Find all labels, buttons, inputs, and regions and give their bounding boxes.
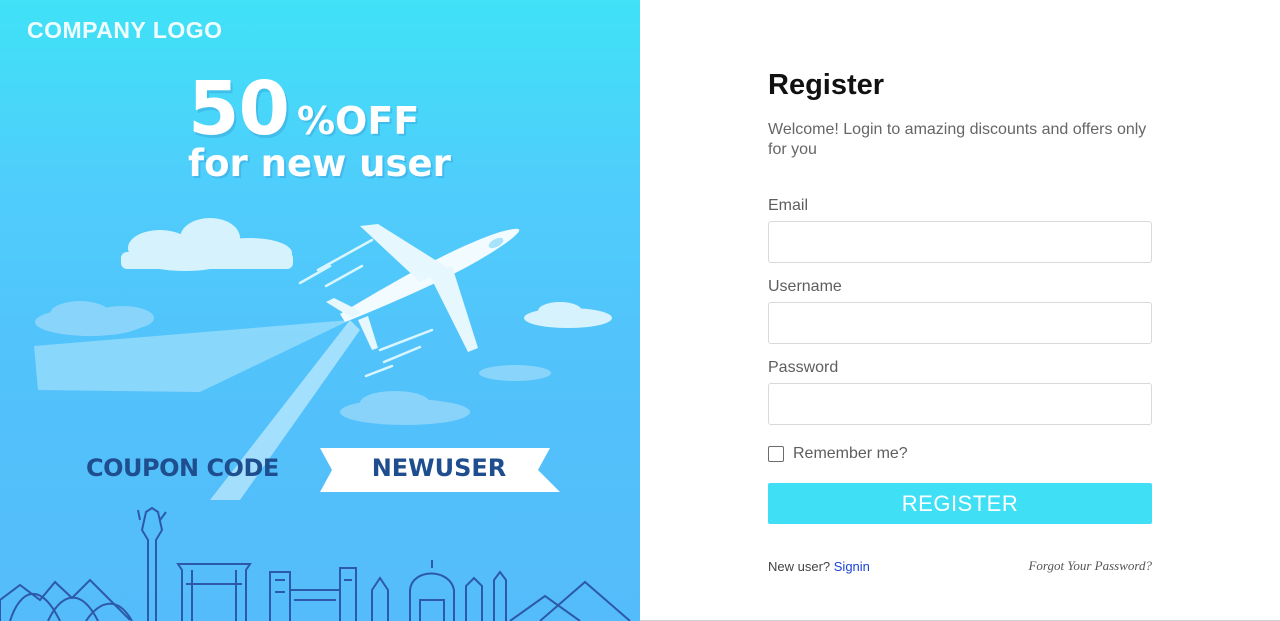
email-label: Email (768, 197, 809, 214)
username-label: Username (768, 278, 842, 295)
remember-me-checkbox[interactable] (768, 446, 784, 462)
password-field[interactable] (768, 383, 1152, 425)
register-button[interactable]: REGISTER (768, 483, 1152, 524)
remember-me-row: Remember me? (768, 445, 1152, 463)
coupon-label: COUPON CODE (86, 454, 279, 482)
coupon-code: NEWUSER (371, 454, 507, 482)
form-subtitle: Welcome! Login to amazing discounts and … (768, 121, 1147, 158)
signin-link[interactable]: Signin (834, 559, 870, 574)
form-footer: New user? Signin Forgot Your Password? (768, 558, 1152, 574)
register-page: COMPANY LOGO 50 %OFF for new user COUPON … (0, 0, 1280, 621)
company-logo: COMPANY LOGO (27, 17, 223, 43)
new-user-label: New user? (768, 558, 831, 574)
password-label: Password (768, 359, 839, 376)
page-title: Register (768, 69, 885, 101)
city-skyline-illustration (0, 506, 631, 621)
forgot-password-link[interactable]: Forgot Your Password? (1028, 558, 1152, 574)
register-form: Register Welcome! Login to amazing disco… (768, 66, 1152, 574)
promo-headline: 50 %OFF (188, 66, 419, 152)
remember-me-label[interactable]: Remember me? (793, 445, 908, 463)
email-field[interactable] (768, 221, 1152, 263)
cloud-shape (121, 218, 293, 271)
promo-number: 50 (188, 66, 290, 152)
promo-subtitle: for new user (188, 142, 451, 185)
promo-banner: COMPANY LOGO 50 %OFF for new user COUPON … (0, 0, 640, 621)
cloud-shape (524, 302, 612, 328)
form-panel: Register Welcome! Login to amazing disco… (640, 0, 1280, 621)
new-user-text: New user? Signin (768, 559, 870, 574)
promo-percent: %OFF (296, 99, 420, 143)
username-field[interactable] (768, 302, 1152, 344)
cloud-shape (35, 301, 154, 336)
